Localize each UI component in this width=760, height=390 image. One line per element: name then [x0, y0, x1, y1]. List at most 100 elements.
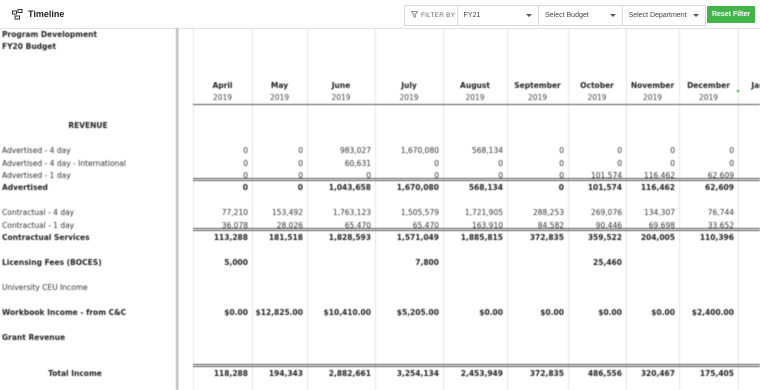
table-cell[interactable]: 2,882,661: [307, 369, 375, 378]
table-cell[interactable]: $0.00: [193, 308, 252, 317]
table-cell[interactable]: $0.00: [568, 308, 626, 317]
table-cell[interactable]: 0: [193, 146, 252, 155]
table-cell[interactable]: 0: [738, 221, 760, 230]
table-cell[interactable]: 568,134: [443, 146, 507, 155]
month-header[interactable]: December: [679, 81, 738, 90]
table-cell[interactable]: $12,825.00: [252, 308, 307, 317]
year-header[interactable]: 2019: [626, 93, 679, 102]
year-header[interactable]: 2019: [307, 93, 375, 102]
table-cell[interactable]: 76,744: [679, 208, 738, 217]
table-cell[interactable]: 0: [738, 171, 760, 180]
table-cell[interactable]: 116,462: [626, 183, 679, 192]
table-cell[interactable]: 320,467: [626, 369, 679, 378]
table-cell[interactable]: 0: [252, 171, 307, 180]
table-cell[interactable]: $0.00: [507, 308, 568, 317]
table-cell[interactable]: 0: [252, 183, 307, 192]
table-cell[interactable]: 359,522: [568, 233, 626, 242]
table-cell[interactable]: 0: [626, 146, 679, 155]
table-cell[interactable]: 101,574: [568, 183, 626, 192]
table-cell[interactable]: $0: [738, 308, 760, 317]
table-cell[interactable]: 28,026: [252, 221, 307, 230]
table-cell[interactable]: 62,609: [679, 171, 738, 180]
table-cell[interactable]: 0: [738, 159, 760, 168]
table-cell[interactable]: 1,670,080: [375, 183, 443, 192]
row-label[interactable]: Contractual - 1 day: [2, 221, 74, 230]
row-label[interactable]: Workbook Income - from C&C: [2, 308, 126, 317]
budget-select[interactable]: Select Budget: [538, 6, 621, 25]
table-cell[interactable]: 0: [375, 159, 443, 168]
month-header[interactable]: November: [626, 81, 679, 90]
table-cell[interactable]: 0: [507, 159, 568, 168]
table-cell[interactable]: 0: [568, 146, 626, 155]
table-cell[interactable]: 194,343: [252, 369, 307, 378]
table-cell[interactable]: 90,446: [568, 221, 626, 230]
table-cell[interactable]: 0: [679, 159, 738, 168]
table-cell[interactable]: 0: [738, 208, 760, 217]
table-cell[interactable]: 118,288: [193, 369, 252, 378]
table-cell[interactable]: 0: [443, 171, 507, 180]
table-cell[interactable]: 116,462: [626, 171, 679, 180]
table-cell[interactable]: 69,698: [626, 221, 679, 230]
table-cell[interactable]: 77,210: [193, 208, 252, 217]
table-cell[interactable]: 0: [507, 171, 568, 180]
row-label[interactable]: Grant Revenue: [2, 333, 65, 342]
month-header[interactable]: June: [307, 81, 375, 90]
row-label[interactable]: Licensing Fees (BOCES): [2, 258, 102, 267]
table-cell[interactable]: 0: [679, 146, 738, 155]
table-cell[interactable]: 163,910: [443, 221, 507, 230]
table-cell[interactable]: 36,078: [193, 221, 252, 230]
table-cell[interactable]: 983,027: [307, 146, 375, 155]
table-cell[interactable]: 1,043,658: [307, 183, 375, 192]
month-header[interactable]: October: [568, 81, 626, 90]
department-select[interactable]: Select Department: [621, 6, 705, 25]
table-cell[interactable]: 0: [443, 159, 507, 168]
table-cell[interactable]: 110,396: [679, 233, 738, 242]
month-header[interactable]: April: [193, 81, 252, 90]
row-label[interactable]: REVENUE: [0, 121, 176, 130]
table-cell[interactable]: 0: [507, 146, 568, 155]
table-cell[interactable]: 372,835: [507, 233, 568, 242]
table-cell[interactable]: 0: [193, 171, 252, 180]
table-cell[interactable]: 24: [738, 233, 760, 242]
table-cell[interactable]: 1,763,123: [307, 208, 375, 217]
table-cell[interactable]: 7,800: [375, 258, 443, 267]
year-header[interactable]: 2019: [507, 93, 568, 102]
table-cell[interactable]: $0.00: [626, 308, 679, 317]
table-cell[interactable]: 175,405: [679, 369, 738, 378]
table-cell[interactable]: 0: [307, 171, 375, 180]
month-header[interactable]: Jan: [738, 81, 760, 90]
table-cell[interactable]: 65,470: [307, 221, 375, 230]
table-cell[interactable]: 60,631: [307, 159, 375, 168]
row-label[interactable]: Advertised: [2, 183, 48, 192]
table-cell[interactable]: $5,205.00: [375, 308, 443, 317]
row-label[interactable]: Advertised - 4 day - International: [2, 159, 126, 168]
table-cell[interactable]: 65,470: [375, 221, 443, 230]
table-cell[interactable]: 33,652: [679, 221, 738, 230]
table-cell[interactable]: 0: [568, 159, 626, 168]
table-cell[interactable]: 5,000: [193, 258, 252, 267]
table-cell[interactable]: 134,307: [626, 208, 679, 217]
table-cell[interactable]: 0: [507, 183, 568, 192]
table-cell[interactable]: 101,574: [568, 171, 626, 180]
table-cell[interactable]: 0: [193, 183, 252, 192]
table-cell[interactable]: 25,460: [568, 258, 626, 267]
row-label[interactable]: Contractual - 4 day: [2, 208, 74, 217]
table-cell[interactable]: 181,518: [252, 233, 307, 242]
table-cell[interactable]: 288,253: [507, 208, 568, 217]
fiscal-year-select[interactable]: FY21: [456, 6, 538, 25]
table-cell[interactable]: 0: [738, 146, 760, 155]
table-cell[interactable]: $10,410.00: [307, 308, 375, 317]
table-cell[interactable]: 1,670,080: [375, 146, 443, 155]
row-label[interactable]: Advertised - 4 day: [2, 146, 71, 155]
table-cell[interactable]: 204,005: [626, 233, 679, 242]
table-cell[interactable]: 0: [738, 183, 760, 192]
table-cell[interactable]: 372,835: [507, 369, 568, 378]
row-label[interactable]: Advertised - 1 day: [2, 171, 71, 180]
table-cell[interactable]: 486,556: [568, 369, 626, 378]
month-header[interactable]: July: [375, 81, 443, 90]
table-cell[interactable]: 0: [375, 171, 443, 180]
month-header[interactable]: August: [443, 81, 507, 90]
table-cell[interactable]: 0: [252, 146, 307, 155]
table-cell[interactable]: 24: [738, 369, 760, 378]
year-header[interactable]: 2019: [443, 93, 507, 102]
